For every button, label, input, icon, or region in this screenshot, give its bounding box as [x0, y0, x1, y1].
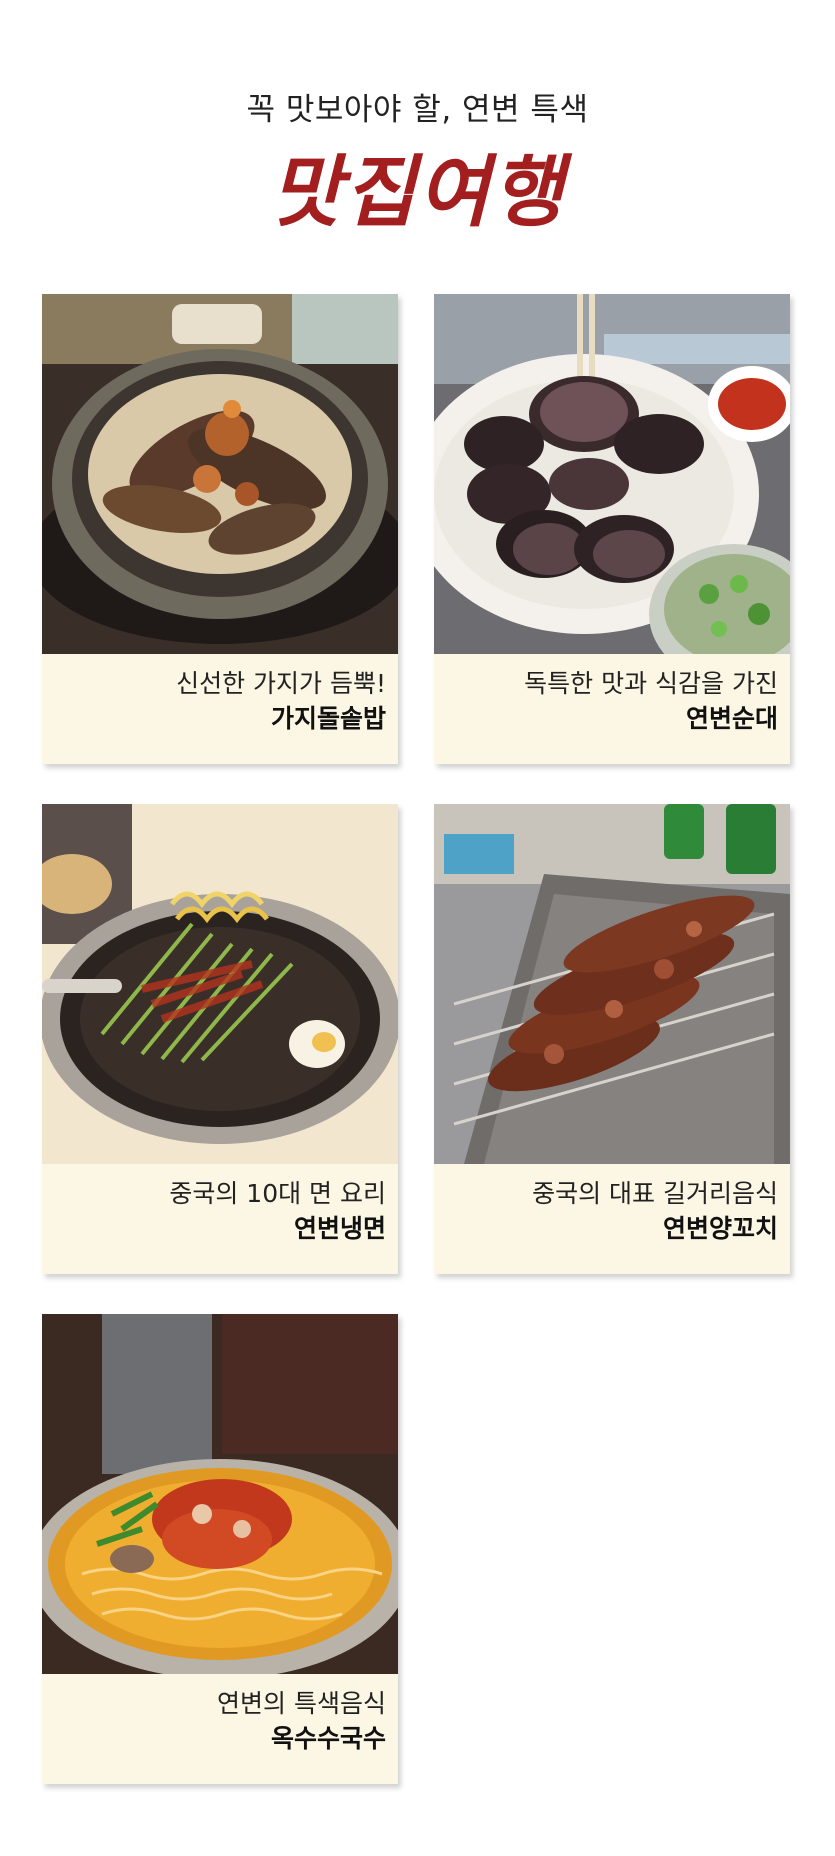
card-description: 중국의 10대 면 요리 — [169, 1179, 386, 1208]
food-card-cold-noodles: 중국의 10대 면 요리 연변냉면 — [42, 804, 398, 1274]
food-card-eggplant-rice: 신선한 가지가 듬뿍! 가지돌솥밥 — [42, 294, 398, 764]
card-caption: 신선한 가지가 듬뿍! 가지돌솥밥 — [176, 666, 386, 736]
card-dish-name: 연변양꼬치 — [662, 1214, 778, 1243]
card-description: 중국의 대표 길거리음식 — [532, 1179, 778, 1208]
card-description: 연변의 특색음식 — [217, 1689, 386, 1718]
card-caption: 독특한 맛과 식감을 가진 연변순대 — [524, 666, 778, 736]
card-dish-name: 연변냉면 — [293, 1214, 386, 1243]
card-dish-name: 연변순대 — [685, 704, 778, 733]
card-caption: 중국의 10대 면 요리 연변냉면 — [169, 1176, 386, 1246]
card-description: 신선한 가지가 듬뿍! — [176, 669, 386, 698]
card-description: 독특한 맛과 식감을 가진 — [524, 669, 778, 698]
food-card-sundae: 독특한 맛과 식감을 가진 연변순대 — [434, 294, 790, 764]
page-subtitle: 꼭 맛보아야 할, 연변 특색 — [246, 92, 589, 128]
card-caption: 중국의 대표 길거리음식 연변양꼬치 — [532, 1176, 778, 1246]
lamb-skewers-photo — [434, 804, 790, 1164]
eggplant-stone-pot-rice-photo — [42, 294, 398, 654]
page-title: 맛집여행 — [269, 148, 566, 238]
corn-noodle-soup-photo — [42, 1314, 398, 1674]
food-card-corn-noodles: 연변의 특색음식 옥수수국수 — [42, 1314, 398, 1784]
cold-noodles-photo — [42, 804, 398, 1164]
card-dish-name: 옥수수국수 — [270, 1724, 386, 1753]
card-dish-name: 가지돌솥밥 — [270, 704, 386, 733]
food-card-lamb-skewers: 중국의 대표 길거리음식 연변양꼬치 — [434, 804, 790, 1274]
sundae-sausage-photo — [434, 294, 790, 654]
card-caption: 연변의 특색음식 옥수수국수 — [217, 1686, 386, 1756]
